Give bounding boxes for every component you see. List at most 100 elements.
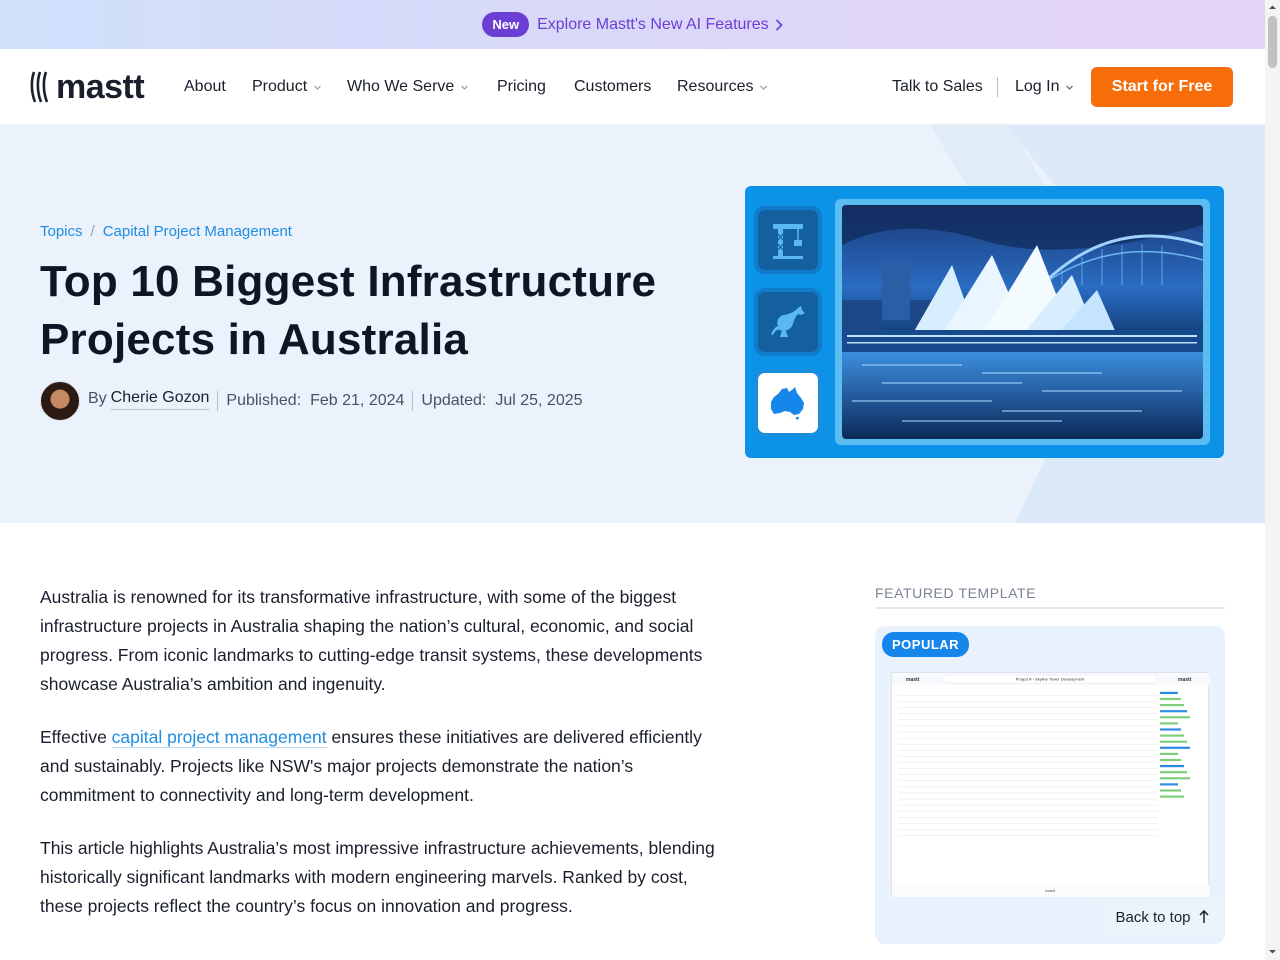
photo-frame [835, 199, 1210, 445]
nav-pricing-label: Pricing [497, 78, 546, 95]
logo[interactable]: mastt [30, 68, 145, 106]
announcement-link[interactable]: Explore Mastt's New AI Features [537, 16, 783, 34]
kangaroo-icon [758, 292, 818, 352]
chevron-down-icon [314, 85, 322, 90]
template-progress-bar [1160, 752, 1178, 755]
featured-template-card[interactable]: POPULAR mastt Project A - Skyline Tower … [875, 626, 1225, 944]
australia-map-icon [758, 373, 818, 433]
talk-to-sales-link[interactable]: Talk to Sales [892, 78, 983, 96]
page-title: Top 10 Biggest Infrastructure Projects i… [40, 257, 657, 364]
template-preview: mastt Project A - Skyline Tower Developm… [891, 672, 1210, 897]
page-scrollbar[interactable] [1265, 0, 1280, 960]
template-row-line [898, 823, 1158, 824]
paragraph-text: Effective [40, 727, 112, 747]
breadcrumb-capital-project-management[interactable]: Capital Project Management [103, 223, 292, 240]
article-body: Australia is renowned for its transforma… [40, 583, 730, 945]
template-progress-bar [1160, 710, 1187, 713]
article-paragraph: Effective capital project management ens… [40, 723, 730, 810]
nav-product[interactable]: Product [252, 78, 322, 96]
article-paragraph: Australia is renowned for its transforma… [40, 587, 703, 694]
template-progress-bar [1160, 765, 1184, 768]
meta-divider [412, 391, 414, 411]
template-progress-bar [1160, 795, 1184, 798]
template-row-line [898, 786, 1158, 788]
template-row-line [898, 743, 1158, 745]
nav-pricing[interactable]: Pricing [497, 78, 546, 96]
template-row-line [898, 810, 1158, 812]
template-row-line [898, 780, 1158, 781]
svg-text:mastt: mastt [1178, 677, 1192, 683]
updated-label: Updated: [421, 392, 487, 409]
template-row-line [898, 762, 1158, 763]
author-avatar [40, 381, 80, 421]
chevron-down-icon [760, 85, 768, 90]
login-dropdown[interactable]: Log In [1015, 78, 1074, 96]
popular-badge: POPULAR [882, 632, 970, 657]
template-progress-bar [1160, 716, 1190, 719]
template-progress-bar [1160, 697, 1181, 701]
meta-divider [217, 391, 219, 411]
hero-section: Topics / Capital Project Management Top … [0, 125, 1265, 523]
mastt-logo-icon [30, 71, 49, 103]
nav-who-we-serve[interactable]: Who We Serve [347, 78, 469, 96]
template-progress-bar [1160, 789, 1181, 792]
login-label: Log In [1015, 78, 1060, 95]
breadcrumb-topics[interactable]: Topics [40, 223, 83, 240]
article-meta: By Cherie Gozon Published: Feb 21, 2024 … [40, 381, 583, 421]
template-row-line [898, 713, 1158, 714]
new-badge: New [482, 12, 530, 37]
sydney-opera-house-photo [842, 205, 1203, 439]
main-nav: mastt About Product Who We Serve Pricing… [0, 49, 1265, 125]
template-progress-bar [1160, 746, 1190, 749]
article-paragraph: This article highlights Australia’s most… [40, 838, 715, 916]
svg-text:mastt: mastt [1045, 888, 1056, 893]
template-row-line [898, 774, 1158, 775]
template-progress-bar [1160, 722, 1178, 725]
template-progress-bar [1160, 728, 1181, 731]
nav-about-label: About [184, 78, 226, 95]
nav-customers-label: Customers [574, 78, 652, 95]
template-row-line [898, 835, 1158, 836]
author-link[interactable]: Cherie Gozon [110, 389, 210, 410]
crane-icon [758, 210, 818, 270]
nav-who-we-serve-label: Who We Serve [347, 78, 455, 95]
nav-customers[interactable]: Customers [574, 78, 651, 96]
nav-about[interactable]: About [184, 78, 226, 96]
template-row-line [898, 768, 1158, 769]
template-row-line [898, 749, 1158, 751]
template-progress-bar [1160, 704, 1184, 707]
template-row-line [898, 829, 1158, 830]
template-progress-bar [1160, 777, 1190, 780]
back-to-top-label: Back to top [1115, 908, 1191, 926]
announcement-link-text: Explore Mastt's New AI Features [537, 15, 769, 33]
chevron-down-icon [1066, 85, 1074, 90]
breadcrumb-separator: / [90, 223, 95, 240]
featured-template-label: FEATURED TEMPLATE [875, 585, 1037, 601]
template-progress-bar [1160, 740, 1187, 743]
template-progress-bar [1160, 783, 1178, 786]
published-date: Feb 21, 2024 [310, 392, 405, 409]
back-to-top-button[interactable]: Back to top [1102, 898, 1222, 936]
template-row-line [898, 725, 1158, 727]
template-row-line [898, 707, 1158, 708]
talk-to-sales-label: Talk to Sales [892, 78, 983, 95]
sidebar-divider [875, 607, 1225, 609]
logo-text: mastt [56, 68, 145, 106]
template-progress-bar [1160, 734, 1184, 737]
svg-text:mastt: mastt [906, 677, 920, 683]
hero-illustration [745, 186, 1224, 458]
template-progress-bar [1160, 691, 1178, 694]
scrollbar-thumb[interactable] [1268, 16, 1277, 68]
start-for-free-button[interactable]: Start for Free [1091, 67, 1233, 107]
template-row-line [898, 756, 1158, 757]
announcement-bar: New Explore Mastt's New AI Features [0, 0, 1265, 49]
scroll-up-arrow-icon[interactable] [1268, 3, 1277, 12]
scroll-down-arrow-icon[interactable] [1268, 947, 1277, 956]
nav-resources[interactable]: Resources [677, 78, 768, 96]
updated-date: Jul 25, 2025 [495, 392, 583, 409]
breadcrumb: Topics / Capital Project Management [40, 223, 292, 240]
arrow-up-icon [1198, 910, 1209, 923]
capital-project-management-link[interactable]: capital project management [111, 727, 327, 748]
template-progress-bar [1160, 771, 1187, 774]
chevron-right-icon [775, 18, 783, 31]
